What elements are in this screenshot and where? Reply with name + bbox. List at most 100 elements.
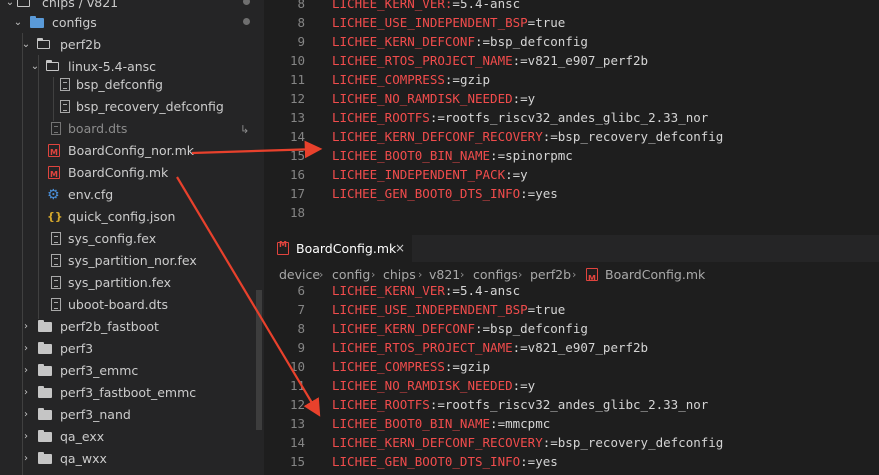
line-number: 10 <box>289 53 305 68</box>
folder-icon <box>38 386 52 398</box>
code-text: LICHEE_USE_INDEPENDENT_BSP=true <box>332 300 565 319</box>
tree-file-boardconfig-nor[interactable]: BoardConfig_nor.mk <box>0 140 264 164</box>
tree-folder-perf3-nand[interactable]: › perf3_nand <box>0 404 264 426</box>
tree-file-sys-partition-nor[interactable]: sys_partition_nor.fex <box>0 250 264 272</box>
tree-file-board-dts[interactable]: board.dts <box>0 118 264 140</box>
close-icon[interactable]: × <box>395 235 405 262</box>
line-number: 16 <box>289 167 305 182</box>
chevron-down-icon: ⌄ <box>21 39 31 50</box>
config-key: LICHEE_COMPRESS <box>332 72 445 87</box>
config-key: LICHEE_BOOT0_BIN_NAME <box>332 416 491 431</box>
tree-file-sys-partition[interactable]: sys_partition.fex <box>0 272 264 294</box>
config-key: LICHEE_COMPRESS <box>332 359 445 374</box>
code-text: LICHEE_BOOT0_BIN_NAME:=mmcpmc <box>332 414 550 433</box>
file-icon <box>60 100 70 113</box>
tree-file-env-cfg[interactable]: ⚙ env.cfg <box>0 184 264 206</box>
config-key: LICHEE_NO_RAMDISK_NEEDED <box>332 378 513 393</box>
config-value: :=v821_e907_perf2b <box>512 340 649 355</box>
chevron-right-icon: › <box>572 268 577 281</box>
config-value: :=spinorpmc <box>490 148 573 163</box>
line-number: 12 <box>289 397 305 412</box>
file-icon <box>51 122 61 135</box>
code-text: LICHEE_INDEPENDENT_PACK:=y <box>332 165 528 184</box>
code-text: LICHEE_KERN_VER:=5.4-ansc <box>332 281 520 300</box>
line-number: 8 <box>297 321 305 336</box>
tab-boardconfig[interactable]: BoardConfig.mk × <box>264 235 412 262</box>
config-value: :=v821_e907_perf2b <box>512 53 649 68</box>
code-text: LICHEE_KERN_DEFCONF_RECOVERY:=bsp_recove… <box>332 433 723 452</box>
code-text: LICHEE_KERN_VER:=5.4-ansc <box>332 0 520 13</box>
config-value: =true <box>527 302 566 317</box>
code-text: LICHEE_KERN_DEFCONF_RECOVERY:=bsp_recove… <box>332 127 723 146</box>
config-value: :=yes <box>520 454 558 469</box>
tree-file-quick-config[interactable]: {} quick_config.json <box>0 206 264 228</box>
code-text: LICHEE_KERN_DEFCONF:=bsp_defconfig <box>332 32 588 51</box>
config-key: LICHEE_INDEPENDENT_PACK <box>332 167 506 182</box>
tree-file-uboot-board[interactable]: uboot-board.dts <box>0 294 264 316</box>
tree-folder-configs[interactable]: ⌄ configs <box>0 12 264 34</box>
tree-folder-perf2b-fastboot[interactable]: › perf2b_fastboot <box>0 316 264 338</box>
tree-file-boardconfig[interactable]: BoardConfig.mk <box>0 162 264 186</box>
tree-folder-perf3-fastboot-emmc[interactable]: › perf3_fastboot_emmc <box>0 382 264 404</box>
code-text: LICHEE_RTOS_PROJECT_NAME:=v821_e907_perf… <box>332 338 648 357</box>
tree-file-sys-config[interactable]: sys_config.fex <box>0 228 264 250</box>
explorer-sidebar: ⌄ chips / v821 ⌄ configs ⌄ perf2b ⌄ linu… <box>0 0 264 475</box>
line-number: 8 <box>297 0 305 11</box>
line-number: 9 <box>297 34 305 49</box>
tree-folder-qa-exx[interactable]: › qa_exx <box>0 426 264 448</box>
tree-label: BoardConfig_nor.mk <box>68 143 195 158</box>
tree-label: configs <box>52 15 97 30</box>
folder-open-icon <box>17 0 30 7</box>
symlink-icon: ↳ <box>240 123 250 136</box>
config-value: :=bsp_defconfig <box>475 321 588 336</box>
tree-folder-qa-wxx[interactable]: › qa_wxx <box>0 448 264 470</box>
config-key: LICHEE_KERN_DEFCONF <box>332 34 475 49</box>
code-text: LICHEE_NO_RAMDISK_NEEDED:=y <box>332 376 535 395</box>
tree-file-bsp-defconfig[interactable]: bsp_defconfig <box>0 74 264 96</box>
code-text: LICHEE_USE_INDEPENDENT_BSP=true <box>332 13 565 32</box>
breadcrumb-item[interactable]: BoardConfig.mk <box>605 262 705 287</box>
folder-icon <box>38 430 52 442</box>
line-number: 18 <box>289 205 305 220</box>
tree-label: board.dts <box>68 121 128 136</box>
tree-folder-perf3-emmc[interactable]: › perf3_emmc <box>0 360 264 382</box>
line-number: 14 <box>289 129 305 144</box>
folder-config-icon <box>30 16 44 28</box>
editor-pane-top[interactable]: 8 LICHEE_KERN_VER:=5.4-ansc 8 LICHEE_USE_IN… <box>264 0 879 235</box>
folder-icon <box>38 452 52 464</box>
config-key: LICHEE_BOOT0_BIN_NAME <box>332 148 491 163</box>
folder-open-icon <box>36 37 50 49</box>
sidebar-scrollbar[interactable] <box>256 290 262 430</box>
tree-label: bsp_defconfig <box>76 77 163 92</box>
breadcrumb-item[interactable]: perf2b <box>530 262 571 287</box>
file-icon <box>51 298 61 311</box>
code-text: LICHEE_ROOTFS:=rootfs_riscv32_andes_glib… <box>332 108 708 127</box>
file-icon <box>51 232 61 245</box>
chevron-right-icon: › <box>24 343 28 354</box>
json-braces-icon: {} <box>47 210 63 223</box>
editor-pane-bottom[interactable]: 6 LICHEE_KERN_VER:=5.4-ansc 7 LICHEE_USE_IN… <box>264 283 879 475</box>
makefile-icon <box>277 240 289 255</box>
tree-label: sys_config.fex <box>68 231 157 246</box>
line-number: 14 <box>289 435 305 450</box>
config-value: :=yes <box>520 186 558 201</box>
config-key: LICHEE_GEN_BOOT0_DTS_INFO <box>332 454 521 469</box>
file-icon <box>60 78 70 91</box>
line-number: 7 <box>297 302 305 317</box>
config-value: :=rootfs_riscv32_andes_glibc_2.33_nor <box>429 110 709 125</box>
code-text: LICHEE_COMPRESS:=gzip <box>332 70 490 89</box>
config-value: :=y <box>512 91 536 106</box>
tab-label: BoardConfig.mk <box>296 241 397 256</box>
line-number: 11 <box>289 72 305 87</box>
line-number: 11 <box>289 378 305 393</box>
tree-file-bsp-recovery-defconfig[interactable]: bsp_recovery_defconfig <box>0 96 264 118</box>
folder-icon <box>38 320 52 332</box>
config-value: :=5.4-ansc <box>444 283 521 298</box>
chevron-right-icon: › <box>24 453 28 464</box>
tree-folder-perf2b[interactable]: ⌄ perf2b <box>0 34 264 56</box>
chevron-down-icon: ⌄ <box>13 17 23 28</box>
modified-dot-icon <box>243 18 250 25</box>
tree-folder-perf3[interactable]: › perf3 <box>0 338 264 360</box>
config-key: LICHEE_RTOS_PROJECT_NAME <box>332 340 513 355</box>
tree-label: perf2b_fastboot <box>60 319 159 334</box>
